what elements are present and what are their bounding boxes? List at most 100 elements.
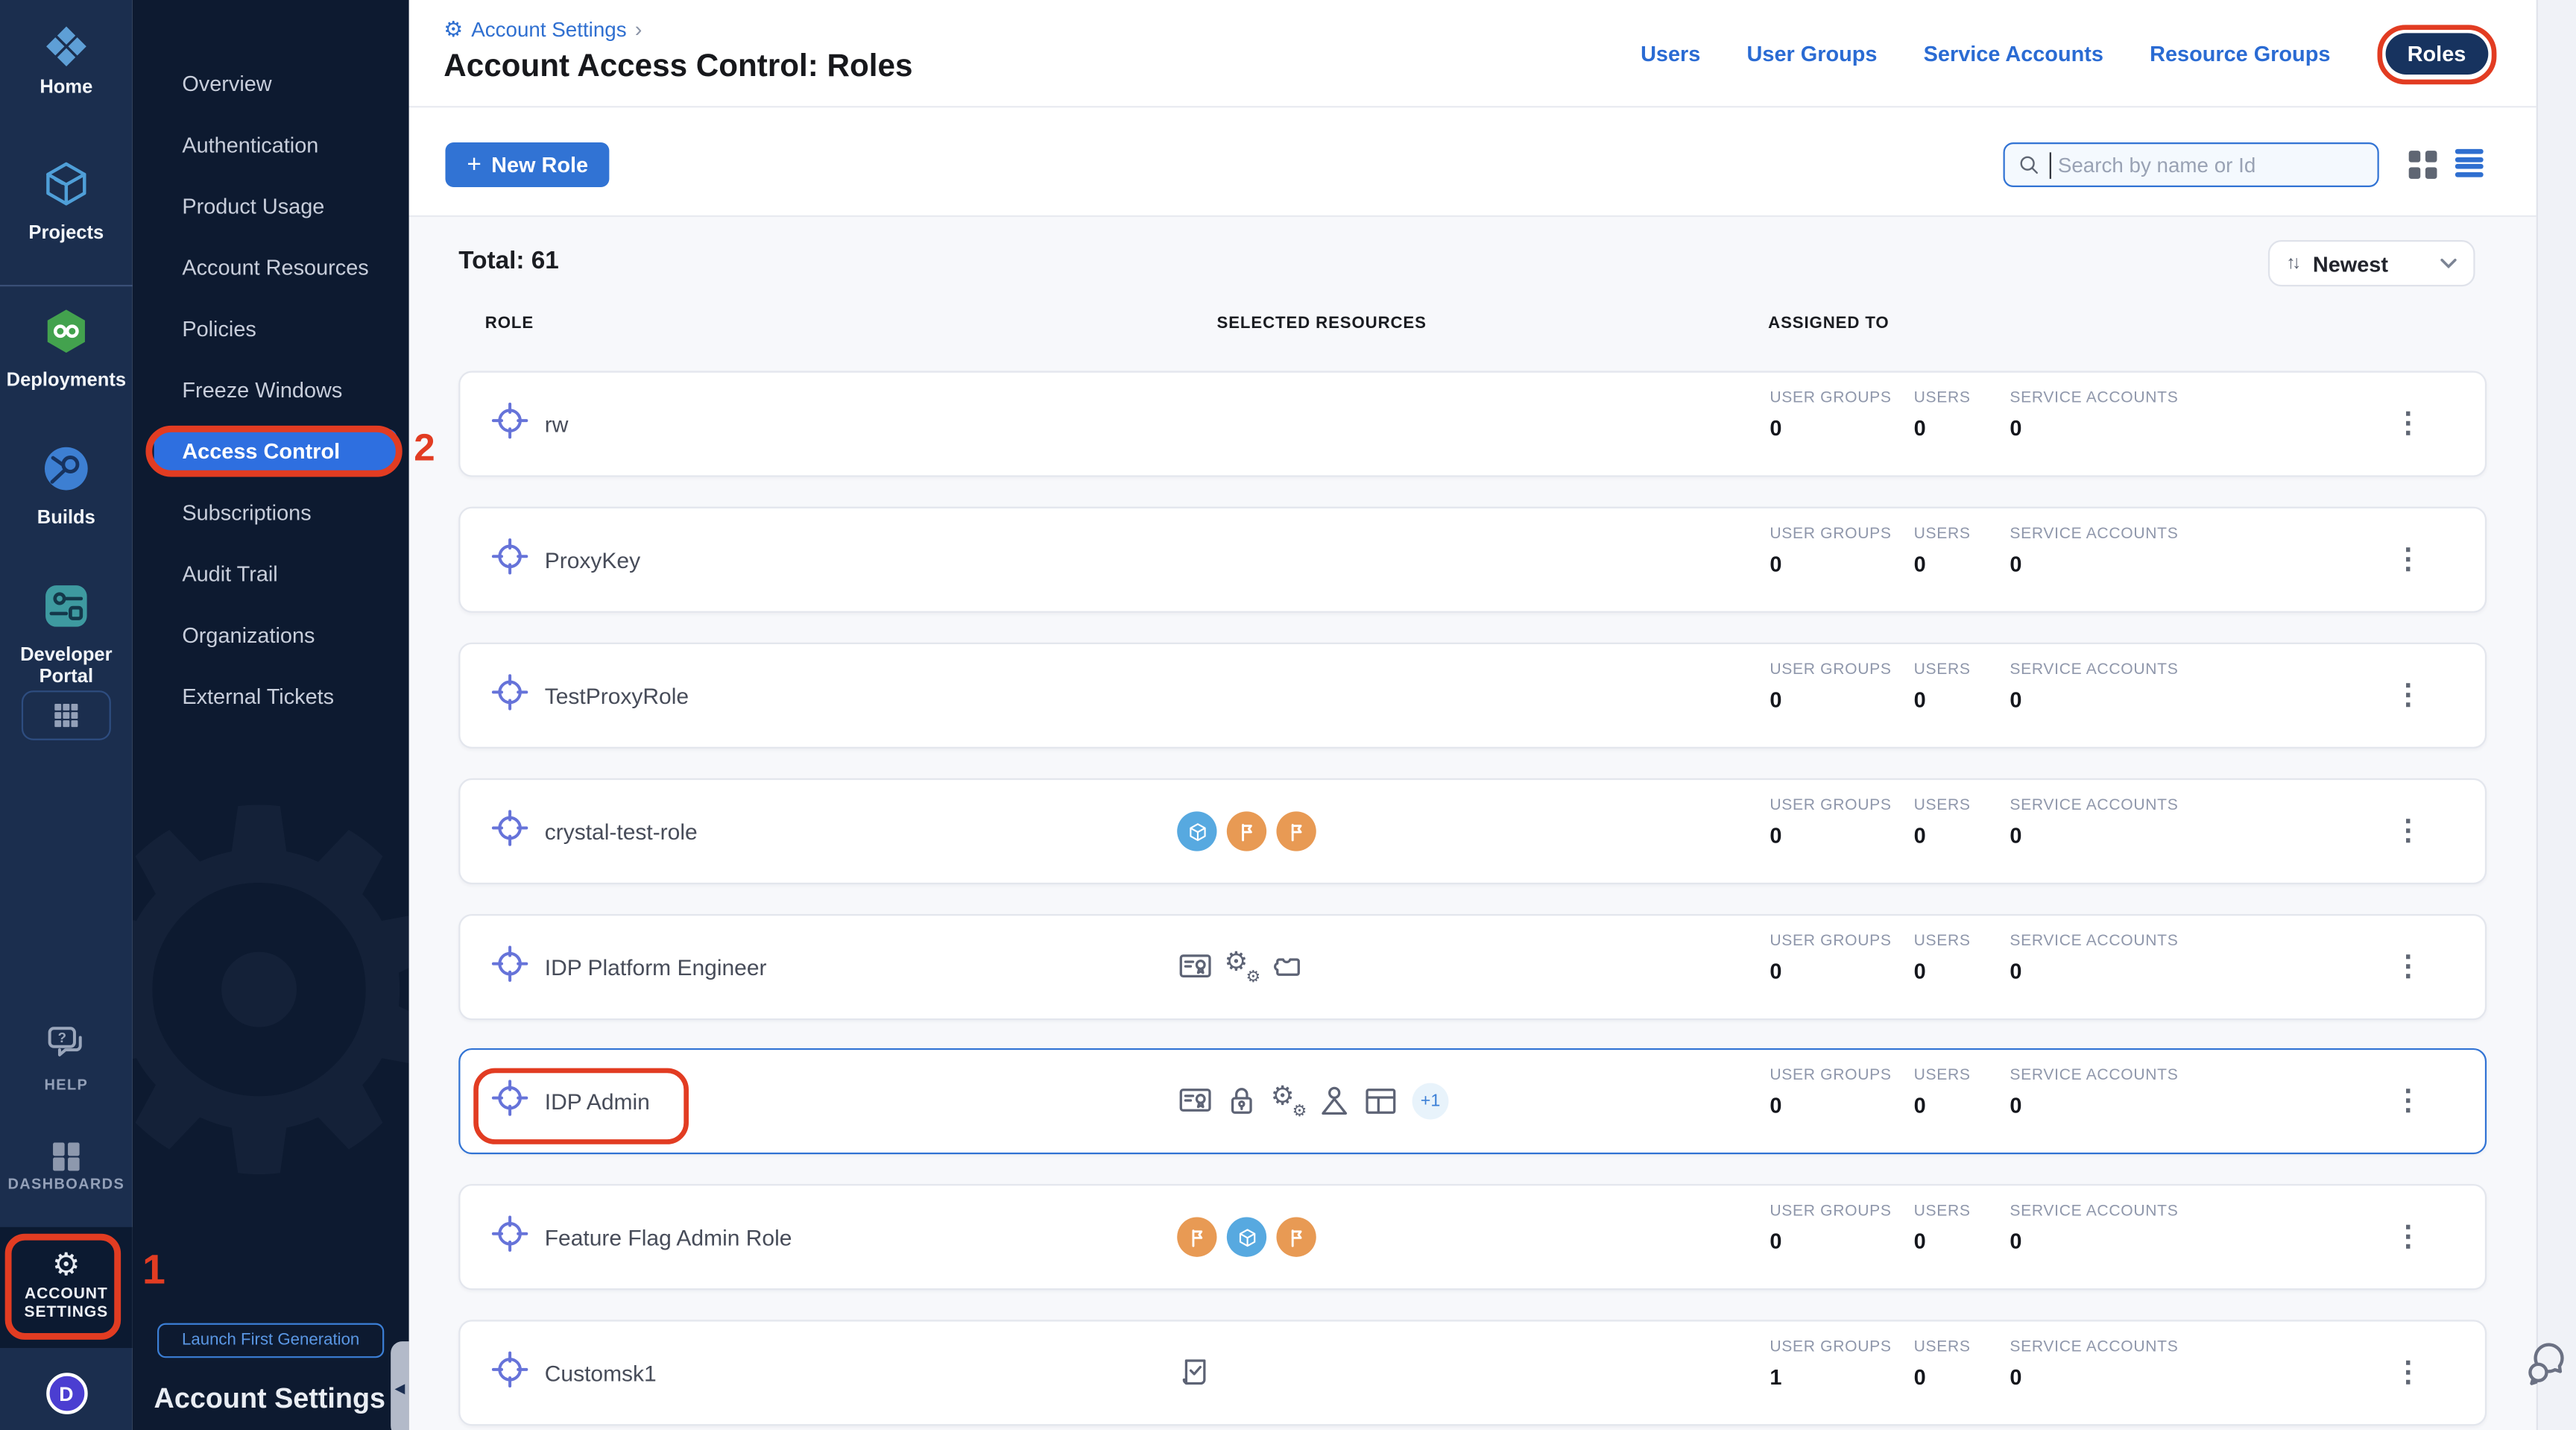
role-name[interactable]: Customsk1 bbox=[545, 1361, 657, 1385]
assigned-label: SERVICE ACCOUNTS bbox=[2010, 1338, 2178, 1356]
rail-item-dashboards[interactable]: DASHBOARDS bbox=[0, 1143, 133, 1192]
tab-users[interactable]: Users bbox=[1641, 42, 1700, 66]
grid-view-button[interactable] bbox=[2409, 151, 2437, 178]
rail-item-profile[interactable]: D bbox=[0, 1373, 133, 1414]
sidebar-item-organizations[interactable]: Organizations bbox=[133, 605, 409, 666]
rail-label-builds: Builds bbox=[37, 508, 95, 530]
selected-resources bbox=[1177, 780, 1316, 883]
kebab-menu-icon[interactable]: ⋮ bbox=[2394, 1356, 2422, 1389]
sidebar-item-audit-trail[interactable]: Audit Trail bbox=[133, 544, 409, 605]
tab-roles[interactable]: Roles bbox=[2386, 33, 2487, 75]
role-crosshair-icon bbox=[490, 672, 529, 719]
assigned-users: USERS0 bbox=[1914, 389, 1971, 441]
role-name[interactable]: crystal-test-role bbox=[545, 819, 698, 843]
rail-item-help[interactable]: ? HELP bbox=[0, 1024, 133, 1094]
role-name[interactable]: IDP Admin bbox=[545, 1089, 650, 1113]
assigned-label: USER GROUPS bbox=[1770, 525, 1891, 543]
role-row-rw[interactable]: rw USER GROUPS0 USERS0 SERVICE ACCOUNTS0… bbox=[458, 371, 2487, 477]
tab-resource-groups[interactable]: Resource Groups bbox=[2150, 42, 2330, 66]
assigned-label: SERVICE ACCOUNTS bbox=[2010, 661, 2178, 678]
more-resources-badge[interactable]: +1 bbox=[1412, 1083, 1449, 1120]
kebab-menu-icon[interactable]: ⋮ bbox=[2394, 815, 2422, 848]
role-name[interactable]: IDP Platform Engineer bbox=[545, 954, 767, 979]
annotation-ring-access-control bbox=[145, 426, 402, 477]
role-name-wrap: ProxyKey bbox=[490, 508, 640, 611]
role-row-crystal-test-role[interactable]: crystal-test-role USER GROUPS0 USERS0 SE… bbox=[458, 778, 2487, 884]
search-icon bbox=[2018, 154, 2040, 176]
sidebar-item-product-usage[interactable]: Product Usage bbox=[133, 175, 409, 236]
support-chat-icon[interactable] bbox=[2525, 1338, 2571, 1396]
rail-item-projects[interactable]: Projects bbox=[0, 157, 133, 245]
resource-gears-icon: ⚙⚙ bbox=[1270, 1083, 1307, 1120]
new-role-button[interactable]: + New Role bbox=[445, 142, 610, 187]
assigned-count: 0 bbox=[1770, 552, 1891, 576]
column-header-selected-resources: SELECTED RESOURCES bbox=[1217, 315, 1427, 333]
sidebar-item-overview[interactable]: Overview bbox=[133, 53, 409, 114]
sidebar-item-external-tickets[interactable]: External Tickets bbox=[133, 666, 409, 727]
kebab-menu-icon[interactable]: ⋮ bbox=[2394, 679, 2422, 712]
rail-item-deployments[interactable]: Deployments bbox=[0, 305, 133, 393]
assigned-user-groups: USER GROUPS0 bbox=[1770, 1203, 1891, 1254]
launch-first-generation-button[interactable]: Launch First Generation bbox=[157, 1323, 384, 1358]
list-view-button[interactable] bbox=[2455, 149, 2484, 177]
sidebar-item-subscriptions[interactable]: Subscriptions bbox=[133, 482, 409, 543]
role-row-proxykey[interactable]: ProxyKey USER GROUPS0 USERS0 SERVICE ACC… bbox=[458, 507, 2487, 613]
sidebar-collapse-handle[interactable]: ◀ bbox=[391, 1341, 408, 1430]
role-name[interactable]: TestProxyRole bbox=[545, 683, 689, 708]
tab-user-groups[interactable]: User Groups bbox=[1747, 42, 1878, 66]
breadcrumb: ⚙ Account Settings › bbox=[443, 16, 642, 41]
assigned-count: 0 bbox=[1914, 552, 1971, 576]
breadcrumb-link-account-settings[interactable]: Account Settings bbox=[471, 17, 626, 40]
tab-service-accounts[interactable]: Service Accounts bbox=[1924, 42, 2103, 66]
kebab-menu-icon[interactable]: ⋮ bbox=[2394, 544, 2422, 576]
search-box[interactable] bbox=[2004, 142, 2379, 187]
page-title: Account Access Control: Roles bbox=[443, 50, 912, 86]
role-row-customsk1[interactable]: Customsk1 USER GROUPS1 USERS0 SERVICE AC… bbox=[458, 1320, 2487, 1426]
annotation-ring-account-settings bbox=[5, 1234, 121, 1340]
rail-item-home[interactable]: ❖ Home bbox=[0, 23, 133, 100]
search-input[interactable] bbox=[2054, 151, 2361, 178]
rail-label-home: Home bbox=[40, 78, 92, 99]
role-name[interactable]: Feature Flag Admin Role bbox=[545, 1225, 792, 1250]
plus-icon: + bbox=[467, 152, 481, 177]
sidebar-item-authentication[interactable]: Authentication bbox=[133, 114, 409, 175]
sidebar-item-freeze-windows[interactable]: Freeze Windows bbox=[133, 359, 409, 421]
sort-dropdown[interactable]: ↑↓ Newest bbox=[2268, 240, 2475, 286]
rail-item-module-browser[interactable] bbox=[0, 690, 133, 740]
sort-selected-value: Newest bbox=[2309, 251, 2428, 275]
role-row-testproxyrole[interactable]: TestProxyRole USER GROUPS0 USERS0 SERVIC… bbox=[458, 643, 2487, 749]
assigned-label: USER GROUPS bbox=[1770, 932, 1891, 950]
content: ⚙ Account Settings › Account Access Cont… bbox=[409, 0, 2536, 1430]
kebab-menu-icon[interactable]: ⋮ bbox=[2394, 1085, 2422, 1118]
breadcrumb-gear-icon: ⚙ bbox=[443, 18, 463, 40]
assigned-count: 0 bbox=[1770, 1229, 1891, 1253]
resource-env-icon bbox=[1177, 811, 1216, 851]
assigned-service-accounts: SERVICE ACCOUNTS0 bbox=[2010, 796, 2178, 848]
role-name[interactable]: ProxyKey bbox=[545, 547, 640, 572]
subnav-items: OverviewAuthenticationProduct UsageAccou… bbox=[133, 53, 409, 727]
rail-item-developer-portal[interactable]: Developer Portal bbox=[0, 579, 133, 690]
role-row-idp-admin[interactable]: IDP Admin ⚙⚙+1 USER GROUPS0 USERS0 SERVI… bbox=[458, 1048, 2487, 1154]
assigned-service-accounts: SERVICE ACCOUNTS0 bbox=[2010, 1338, 2178, 1390]
roles-list: Total: 61 ↑↓ Newest ROLE SELECTED RESOUR… bbox=[409, 217, 2536, 1430]
rail-label-dashboards: DASHBOARDS bbox=[8, 1175, 125, 1192]
kebab-menu-icon[interactable]: ⋮ bbox=[2394, 407, 2422, 440]
kebab-menu-icon[interactable]: ⋮ bbox=[2394, 951, 2422, 983]
new-role-label: New Role bbox=[491, 152, 588, 177]
resource-lock-icon bbox=[1223, 1083, 1260, 1120]
assigned-count: 0 bbox=[1770, 823, 1891, 848]
annotation-step-1: 1 bbox=[142, 1247, 165, 1294]
role-row-idp-platform-engineer[interactable]: IDP Platform Engineer ⚙⚙ USER GROUPS0 US… bbox=[458, 914, 2487, 1020]
assigned-label: SERVICE ACCOUNTS bbox=[2010, 932, 2178, 950]
rail-label-help: HELP bbox=[45, 1077, 89, 1094]
role-name[interactable]: rw bbox=[545, 412, 569, 436]
role-row-feature-flag-admin-role[interactable]: Feature Flag Admin Role USER GROUPS0 USE… bbox=[458, 1184, 2487, 1290]
column-header-role: ROLE bbox=[485, 315, 534, 333]
sidebar-item-policies[interactable]: Policies bbox=[133, 298, 409, 359]
role-crosshair-icon bbox=[490, 1349, 529, 1396]
assigned-count: 0 bbox=[2010, 1229, 2178, 1253]
resource-flag-icon bbox=[1227, 811, 1266, 851]
rail-item-builds[interactable]: Builds bbox=[0, 442, 133, 530]
sidebar-item-account-resources[interactable]: Account Resources bbox=[133, 237, 409, 298]
kebab-menu-icon[interactable]: ⋮ bbox=[2394, 1220, 2422, 1253]
